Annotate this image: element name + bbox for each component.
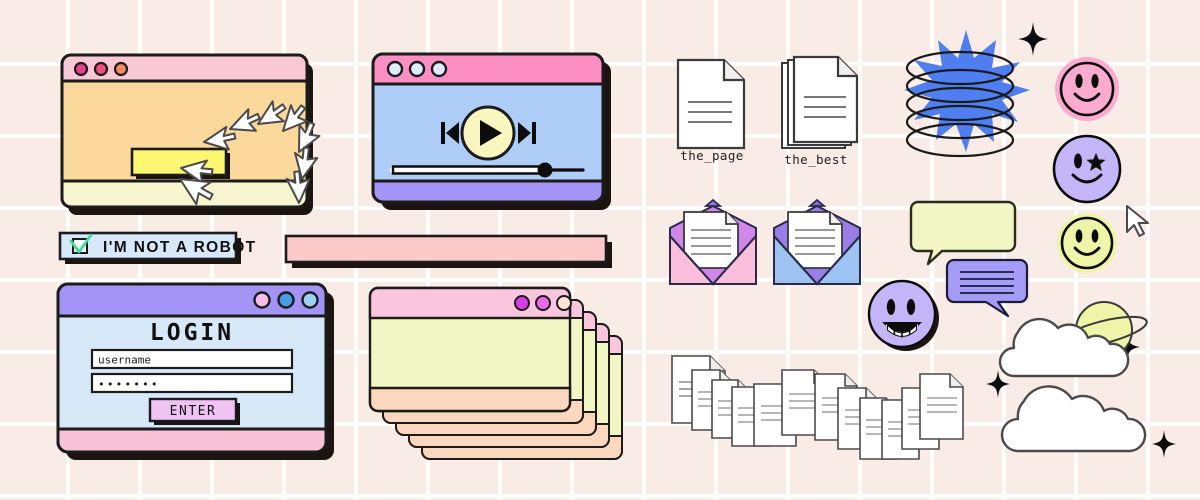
- smiley-eye-left: [886, 299, 896, 315]
- window-dot-close[interactable]: [73, 61, 89, 77]
- window-dot-minimize[interactable]: [93, 61, 109, 77]
- username-value: username: [98, 354, 151, 367]
- envelope-blue[interactable]: [772, 198, 862, 286]
- sparkle-star-1: [1018, 22, 1048, 56]
- file-icon-stack[interactable]: [780, 55, 860, 151]
- password-field[interactable]: •••••••: [90, 372, 294, 394]
- enter-label: ENTER: [170, 404, 217, 419]
- media-player-window[interactable]: [371, 52, 613, 210]
- login-window[interactable]: LOGIN username ••••••• ENTER: [56, 282, 336, 460]
- file-label-the-best: the_best: [784, 152, 848, 167]
- file-label-the-page: the_page: [680, 148, 744, 163]
- play-icon[interactable]: [460, 105, 516, 161]
- login-title: LOGIN: [150, 320, 234, 346]
- empty-pink-bar[interactable]: [284, 234, 616, 268]
- not-a-robot-checkbox[interactable]: I'M NOT A ROBOT: [58, 231, 255, 265]
- window-dot-minimize[interactable]: [408, 60, 426, 78]
- window-dot-maximize[interactable]: [430, 60, 448, 78]
- smiley-eye-left: [1075, 229, 1083, 243]
- window-dot-maximize[interactable]: [113, 61, 129, 77]
- yellow-button[interactable]: [130, 147, 230, 179]
- window-dot-close[interactable]: [386, 60, 404, 78]
- password-value: •••••••: [98, 378, 160, 391]
- window-title-bar: [371, 52, 605, 86]
- username-field[interactable]: username: [90, 348, 294, 370]
- cloud-with-planet: [998, 300, 1164, 382]
- window-dot-minimize[interactable]: [277, 291, 295, 309]
- smiley-eye-right: [906, 299, 916, 315]
- speech-bubble-yellow[interactable]: [909, 200, 1017, 266]
- window-dot-minimize[interactable]: [535, 295, 551, 311]
- window-footer: [56, 427, 328, 454]
- smiley-eye-left: [1075, 74, 1083, 88]
- window-dot-maximize[interactable]: [556, 295, 572, 311]
- cloud-plain: [1000, 385, 1164, 457]
- robot-label: I'M NOT A ROBOT: [103, 239, 257, 256]
- document-item: [919, 373, 964, 440]
- smiley-purple-star[interactable]: [1052, 134, 1122, 204]
- stack-layer-1-front[interactable]: [368, 286, 572, 413]
- document-cascade: [670, 352, 966, 464]
- window-footer: [371, 179, 605, 204]
- envelope-pink[interactable]: [668, 198, 758, 286]
- window-dot-close[interactable]: [514, 295, 530, 311]
- sticker-sheet-canvas: I'M NOT A ROBOT LOGIN username ••••••• E…: [0, 0, 1200, 500]
- file-icon-single[interactable]: [676, 58, 748, 150]
- smiley-pink[interactable]: [1054, 56, 1120, 122]
- stacked-windows[interactable]: [368, 286, 625, 463]
- window-dot-close[interactable]: [253, 291, 271, 309]
- smiley-purple-teeth[interactable]: [866, 278, 942, 354]
- smiley-eye-right: [1091, 229, 1099, 243]
- progress-thumb[interactable]: [537, 162, 553, 178]
- enter-button[interactable]: ENTER: [148, 397, 240, 425]
- cursor-trail-window[interactable]: [60, 53, 321, 215]
- pointer-cursor-standalone[interactable]: [1126, 205, 1152, 237]
- window-dot-maximize[interactable]: [301, 291, 319, 309]
- spring-coil: [900, 28, 1035, 168]
- smiley-yellow[interactable]: [1056, 212, 1118, 274]
- smiley-eye-right: [1091, 74, 1099, 88]
- smiley-eye-left: [1074, 153, 1082, 169]
